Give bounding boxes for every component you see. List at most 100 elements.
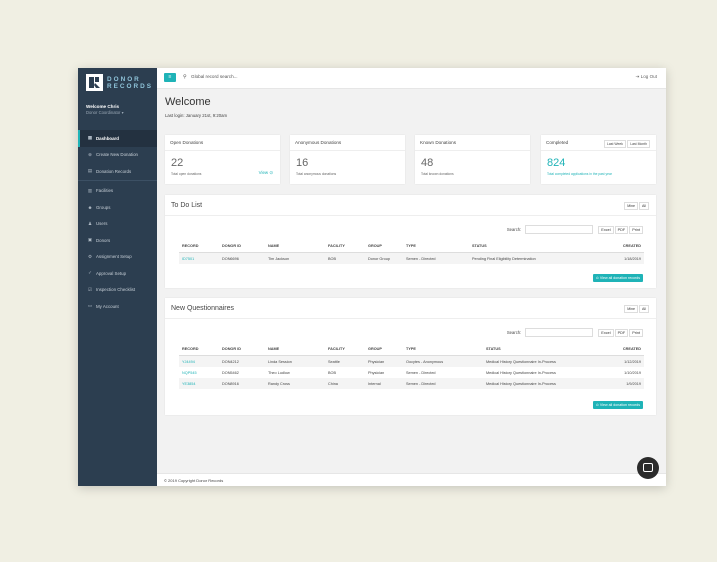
- page-title: Welcome: [165, 96, 211, 108]
- column-header[interactable]: DONOR ID: [219, 240, 265, 253]
- sidebar-item-assignment-setup[interactable]: ⚙ Assignment Setup: [78, 249, 157, 266]
- record-link[interactable]: YE3854: [179, 378, 219, 389]
- sidebar-item-facilities[interactable]: ▥ Facilities: [78, 183, 157, 200]
- column-header[interactable]: NAME: [265, 343, 325, 356]
- stat-subtitle: Total completed applications in the past…: [547, 172, 612, 176]
- sidebar-item-label: My Account: [96, 303, 119, 309]
- toggle-all-button[interactable]: All: [639, 305, 649, 313]
- sidebar-item-create-new-donation[interactable]: ⊕ Create New Donation: [78, 147, 157, 164]
- sidebar-item-label: Create New Donation: [96, 152, 138, 158]
- export-pdf-button[interactable]: PDF: [614, 328, 629, 337]
- stat-value: 48: [421, 157, 434, 169]
- table-cell: 1/18/2019: [598, 252, 644, 264]
- column-header[interactable]: DONOR ID: [219, 343, 265, 356]
- table-row[interactable]: NQP545 DON5462 Theo Ludlow BOB Physician…: [179, 367, 644, 378]
- column-header[interactable]: RECORD: [179, 240, 219, 253]
- table-row[interactable]: YE3854 DON8916 Randy Cross China Interna…: [179, 378, 644, 389]
- new-questionnaires-panel: New Questionnaires Mine All Search: Excel…: [165, 298, 656, 415]
- view-link-label: View: [258, 170, 269, 175]
- table-tools: Search: Excel PDF Print: [507, 225, 643, 234]
- divider: [165, 150, 280, 151]
- table-cell: Randy Cross: [265, 378, 325, 389]
- print-button[interactable]: Print: [629, 225, 643, 234]
- table-cell: Medical History Questionnaire In-Process: [483, 355, 598, 367]
- search-label: Search:: [506, 227, 522, 232]
- column-header[interactable]: FACILITY: [325, 343, 365, 356]
- hamburger-icon: ≡: [168, 74, 172, 80]
- mine-all-toggle: Mine All: [623, 305, 649, 313]
- group-icon: ☻: [87, 204, 93, 210]
- table-cell: 1/12/2019: [598, 355, 644, 367]
- table-cell: Theo Ludlow: [268, 370, 290, 375]
- sidebar-item-dashboard[interactable]: ▦ Dashboard: [78, 130, 157, 147]
- column-header[interactable]: NAME: [265, 240, 325, 253]
- record-link[interactable]: ID7501: [179, 252, 219, 264]
- table-cell: Seattle: [325, 355, 365, 367]
- sidebar-item-approval-setup[interactable]: ✓ Approval Setup: [78, 265, 157, 282]
- column-header[interactable]: CREATED: [598, 240, 644, 253]
- table-header-row: RECORD DONOR ID NAME FACILITY GROUP TYPE…: [179, 240, 644, 253]
- sidebar-item-inspection-checklist[interactable]: ☑ Inspection Checklist: [78, 282, 157, 299]
- search-label: Search:: [506, 330, 522, 335]
- column-header[interactable]: CREATED: [598, 343, 644, 356]
- column-header[interactable]: GROUP: [365, 240, 403, 253]
- view-open-donations-link[interactable]: View ⊙: [259, 170, 273, 176]
- table-row[interactable]: YJ4494 DON4212 Linda Session Seattle Phy…: [179, 355, 644, 367]
- logout-button[interactable]: ⇥ Log Out: [636, 74, 658, 80]
- chat-widget-button[interactable]: [637, 457, 659, 479]
- sidebar-item-my-account[interactable]: ▭ My Account: [78, 298, 157, 315]
- table-cell: Oocytes - Anonymous: [403, 355, 483, 367]
- table-cell: Medical History Questionnaire In-Process: [483, 378, 598, 389]
- stat-card-open-donations: Open Donations 22 Total open donations V…: [165, 135, 280, 184]
- toggle-mine-button[interactable]: Mine: [624, 202, 638, 210]
- column-header[interactable]: TYPE: [403, 343, 483, 356]
- menu-toggle-button[interactable]: ≡: [164, 73, 176, 82]
- sidebar-item-donors[interactable]: ▣ Donors: [78, 232, 157, 249]
- questionnaires-table: RECORD DONOR ID NAME FACILITY GROUP TYPE…: [179, 343, 644, 389]
- table-row[interactable]: ID7501 DON6696 Tim Jackson BOB Donor Gro…: [179, 252, 644, 264]
- user-role-dropdown[interactable]: Donor Coordinator ▾: [86, 110, 124, 115]
- table-cell: DON5462: [222, 370, 239, 375]
- record-link[interactable]: YJ4494: [179, 355, 219, 367]
- table-cell: Semen - Directed: [403, 378, 483, 389]
- toggle-mine-button[interactable]: Mine: [624, 305, 638, 313]
- record-link[interactable]: NQP545: [179, 367, 219, 378]
- table-search-input[interactable]: [525, 225, 594, 234]
- table-search-input[interactable]: [525, 328, 594, 337]
- column-header[interactable]: STATUS: [483, 343, 598, 356]
- stat-title: Completed: [546, 140, 569, 145]
- sidebar-item-label: Users: [96, 221, 108, 227]
- table-cell: Internal: [365, 378, 403, 389]
- stat-title: Known Donations: [420, 140, 457, 145]
- range-last-month-button[interactable]: Last Month: [627, 140, 650, 148]
- toggle-all-button[interactable]: All: [639, 202, 649, 210]
- todo-table: RECORD DONOR ID NAME FACILITY GROUP TYPE…: [179, 240, 644, 264]
- app-window: DONOR RECORDS Welcome Chris Donor Coordi…: [78, 68, 666, 486]
- view-all-records-button[interactable]: ⊙ View all donation records: [592, 401, 643, 409]
- column-header[interactable]: FACILITY: [325, 240, 365, 253]
- plus-icon: ⊕: [88, 151, 92, 157]
- global-search-input[interactable]: Global record search...: [191, 74, 237, 79]
- print-button[interactable]: Print: [629, 328, 643, 337]
- column-header[interactable]: GROUP: [365, 343, 403, 356]
- column-header[interactable]: RECORD: [179, 343, 219, 356]
- export-excel-button[interactable]: Excel: [598, 225, 614, 234]
- sidebar-item-label: Approval Setup: [96, 270, 127, 276]
- column-header[interactable]: STATUS: [469, 240, 598, 253]
- view-all-label: View all donation records: [599, 276, 640, 280]
- logo-mark-icon: [86, 74, 103, 91]
- table-header-row: RECORD DONOR ID NAME FACILITY GROUP TYPE…: [179, 343, 644, 356]
- range-last-week-button[interactable]: Last Week: [604, 140, 626, 148]
- column-header[interactable]: TYPE: [403, 240, 469, 253]
- table-cell: Donor Group: [365, 252, 403, 264]
- export-excel-button[interactable]: Excel: [598, 328, 614, 337]
- view-all-records-button[interactable]: ⊙ View all donation records: [592, 274, 643, 282]
- sidebar-item-users[interactable]: ♟ Users: [78, 216, 157, 233]
- table-cell: Linda Session: [265, 355, 325, 367]
- export-pdf-button[interactable]: PDF: [614, 225, 629, 234]
- sidebar-item-groups[interactable]: ☻ Groups: [78, 199, 157, 216]
- logo[interactable]: DONOR RECORDS: [86, 74, 153, 91]
- table-cell: 1/9/2019: [598, 378, 644, 389]
- sidebar-item-donation-records[interactable]: ▤ Donation Records: [78, 163, 157, 180]
- table-cell: Semen - Directed: [403, 252, 469, 264]
